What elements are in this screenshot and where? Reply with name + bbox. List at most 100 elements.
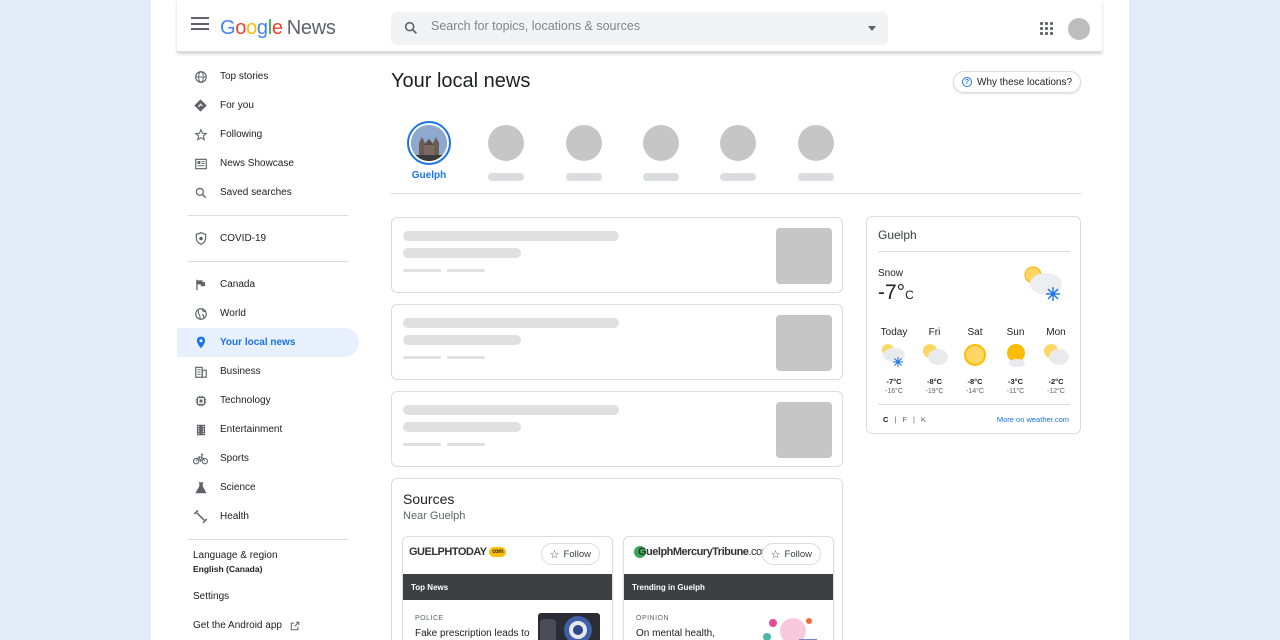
forecast: Today -7°C -16°C Fri -8°C -19°C Sat -8°C… bbox=[875, 327, 1075, 395]
chevron-down-icon[interactable] bbox=[868, 26, 876, 31]
source-section-header: Trending in Guelph bbox=[624, 574, 833, 600]
search-icon bbox=[193, 185, 208, 200]
follow-button[interactable]: ☆ Follow bbox=[761, 543, 821, 565]
forecast-day: Today -7°C -16°C bbox=[880, 327, 908, 395]
language-region[interactable]: Language & region English (Canada) bbox=[177, 550, 359, 574]
source-logo[interactable]: GUELPHTODAY com bbox=[409, 546, 507, 558]
sidebar-item-entertainment[interactable]: Entertainment bbox=[177, 415, 359, 444]
sidebar-item-news-showcase[interactable]: News Showcase bbox=[177, 149, 359, 178]
help-icon: ? bbox=[962, 77, 972, 87]
snow-icon bbox=[1024, 266, 1062, 301]
location-label: Guelph bbox=[411, 170, 447, 181]
location-placeholder bbox=[716, 121, 760, 181]
source-card: GUELPHTODAY com ☆ Follow Top News POLICE … bbox=[402, 536, 613, 640]
star-icon bbox=[193, 127, 208, 142]
forecast-day: Sun -3°C -11°C bbox=[997, 327, 1035, 395]
source-card: GuelphMercuryTribune.com ☆ Follow Trendin… bbox=[623, 536, 834, 640]
sidebar-item-sports[interactable]: Sports bbox=[177, 444, 359, 473]
star-icon: ☆ bbox=[549, 548, 560, 561]
story-placeholder-card bbox=[391, 304, 843, 380]
location-guelph[interactable]: Guelph bbox=[407, 121, 451, 181]
sidebar: Top stories For you Following News Showc… bbox=[177, 62, 359, 640]
divider bbox=[188, 539, 348, 540]
sidebar-item-technology[interactable]: Technology bbox=[177, 386, 359, 415]
partly-cloudy-icon bbox=[1044, 344, 1069, 365]
partly-cloudy-icon bbox=[922, 344, 948, 365]
article-kicker: OPINION bbox=[636, 615, 670, 622]
story-placeholder-card bbox=[391, 217, 843, 293]
flask-icon bbox=[193, 480, 208, 495]
article-image[interactable] bbox=[538, 613, 600, 640]
sidebar-item-canada[interactable]: Canada bbox=[177, 270, 359, 299]
sidebar-item-world[interactable]: World bbox=[177, 299, 359, 328]
story-placeholder-card bbox=[391, 391, 843, 467]
android-app-link[interactable]: Get the Android app bbox=[177, 611, 359, 640]
page-title: Your local news bbox=[391, 70, 531, 92]
sidebar-item-business[interactable]: Business bbox=[177, 357, 359, 386]
divider bbox=[188, 215, 348, 216]
sidebar-item-science[interactable]: Science bbox=[177, 473, 359, 502]
mostly-sunny-icon bbox=[1006, 344, 1025, 367]
sidebar-item-saved-searches[interactable]: Saved searches bbox=[177, 178, 359, 207]
follow-button[interactable]: ☆ Follow bbox=[540, 543, 600, 565]
external-link-icon bbox=[290, 621, 300, 630]
forecast-day: Fri -8°C -19°C bbox=[916, 327, 954, 395]
forecast-day: Mon -2°C -12°C bbox=[1037, 327, 1075, 395]
bike-icon bbox=[193, 451, 208, 466]
weather-temperature: -7°C bbox=[878, 281, 914, 304]
search-input[interactable] bbox=[431, 19, 851, 33]
menu-icon[interactable] bbox=[191, 17, 209, 33]
divider bbox=[391, 193, 1081, 194]
sources-subtitle: Near Guelph bbox=[403, 510, 466, 522]
unit-f-toggle[interactable]: F bbox=[902, 415, 907, 424]
star-icon: ☆ bbox=[770, 548, 781, 561]
globe-icon bbox=[193, 69, 208, 84]
film-icon bbox=[193, 422, 208, 437]
sidebar-item-following[interactable]: Following bbox=[177, 120, 359, 149]
sidebar-item-covid[interactable]: COVID-19 bbox=[177, 224, 359, 253]
why-these-locations-button[interactable]: ? Why these locations? bbox=[953, 71, 1082, 93]
unit-k-toggle[interactable]: K bbox=[921, 415, 926, 424]
sidebar-item-for-you[interactable]: For you bbox=[177, 91, 359, 120]
language-region-value: English (Canada) bbox=[193, 564, 263, 574]
unit-switcher: C | F | K bbox=[883, 415, 926, 424]
article-headline[interactable]: On mental health, bbox=[636, 628, 715, 639]
source-logo[interactable]: GuelphMercuryTribune.com bbox=[634, 546, 771, 559]
article-kicker: POLICE bbox=[415, 615, 444, 622]
page: GoogleNews Top stories For you Following… bbox=[151, 0, 1129, 640]
location-placeholder bbox=[484, 121, 528, 181]
avatar[interactable] bbox=[1068, 18, 1090, 40]
top-bar: Google News bbox=[177, 0, 1102, 52]
source-section-header: Top News bbox=[403, 574, 612, 600]
snow-icon bbox=[882, 344, 905, 367]
forecast-day: Sat -8°C -14°C bbox=[956, 327, 994, 395]
location-pin-icon bbox=[193, 335, 208, 350]
diamond-icon bbox=[193, 98, 208, 113]
search-icon[interactable] bbox=[403, 20, 419, 36]
article-headline[interactable]: Fake prescription leads to bbox=[415, 628, 530, 639]
sidebar-item-health[interactable]: Health bbox=[177, 502, 359, 531]
church-image bbox=[411, 125, 447, 161]
weather-card: Guelph Snow -7°C Today -7°C -16°C Fri -8… bbox=[866, 216, 1081, 434]
settings-link[interactable]: Settings bbox=[177, 582, 359, 611]
location-placeholder bbox=[794, 121, 838, 181]
sunny-icon bbox=[964, 344, 986, 366]
article-image[interactable] bbox=[759, 613, 821, 640]
location-placeholder bbox=[562, 121, 606, 181]
building-icon bbox=[193, 364, 208, 379]
world-icon bbox=[193, 306, 208, 321]
apps-grid-icon[interactable] bbox=[1040, 22, 1053, 35]
search-box[interactable] bbox=[391, 12, 888, 45]
google-news-logo[interactable]: Google News bbox=[220, 17, 336, 40]
unit-c-toggle[interactable]: C bbox=[883, 415, 888, 424]
location-carousel: Guelph bbox=[407, 121, 837, 183]
divider bbox=[188, 261, 348, 262]
location-placeholder bbox=[639, 121, 683, 181]
dumbbell-icon bbox=[193, 509, 208, 524]
sidebar-item-top-stories[interactable]: Top stories bbox=[177, 62, 359, 91]
flag-icon bbox=[193, 277, 208, 292]
newspaper-icon bbox=[193, 156, 208, 171]
weather-more-link[interactable]: More on weather.com bbox=[997, 415, 1069, 424]
weather-condition: Snow bbox=[878, 268, 904, 279]
sidebar-item-your-local-news[interactable]: Your local news bbox=[177, 328, 359, 357]
